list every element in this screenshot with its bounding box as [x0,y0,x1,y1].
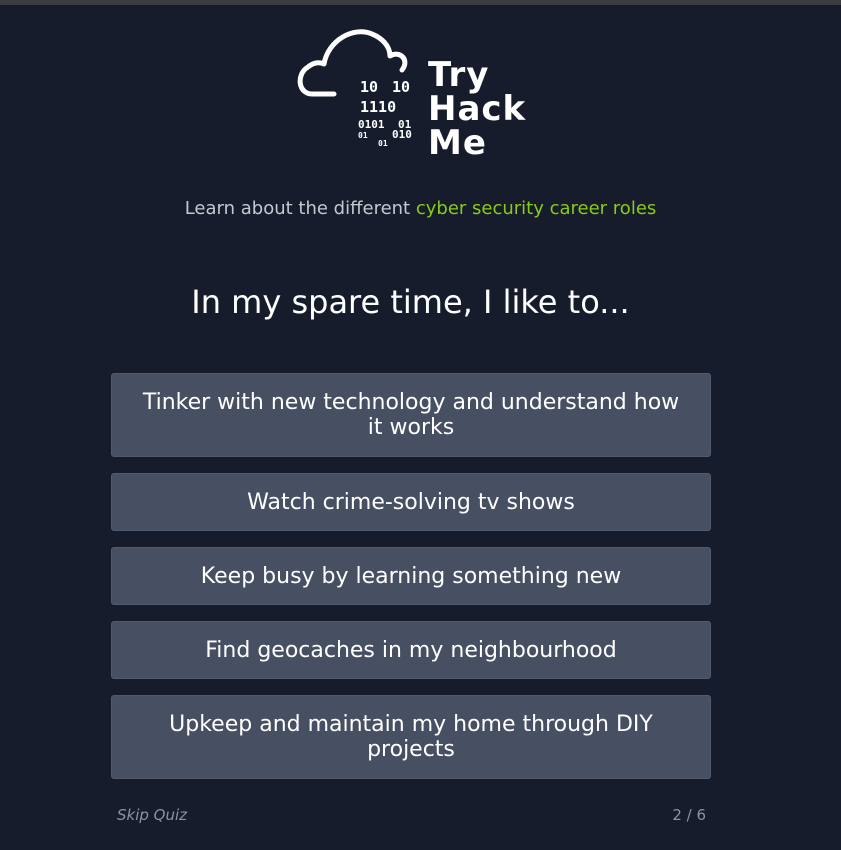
intro-prefix: Learn about the different [184,198,416,219]
answer-label: Find geocaches in my neighbourhood [205,637,617,663]
browser-top-strip [0,0,841,5]
answer-option-geocaches[interactable]: Find geocaches in my neighbourhood [111,621,711,679]
logo-binary-2: 10 [392,78,410,96]
answer-option-tinker[interactable]: Tinker with new technology and understan… [111,373,711,457]
answer-label: Tinker with new technology and understan… [142,390,680,440]
logo-binary-8: 01 [378,139,388,148]
logo-binary-6: 01 [358,131,368,140]
career-roles-link[interactable]: cyber security career roles [416,198,656,219]
logo-binary-4: 0101 [358,118,385,131]
tryhackme-logo: 10 10 1110 0101 01 01 010 01 Try Hack Me [294,24,534,160]
logo-word-hack: Hack [428,89,527,129]
answer-option-diy[interactable]: Upkeep and maintain my home through DIY … [111,695,711,779]
answer-label: Upkeep and maintain my home through DIY … [169,712,653,762]
logo-word-me: Me [428,123,487,163]
answer-option-learning[interactable]: Keep busy by learning something new [111,547,711,605]
answer-label: Keep busy by learning something new [200,563,622,589]
logo-binary-7: 010 [392,128,412,141]
intro-text: Learn about the different cyber security… [0,198,841,219]
quiz-progress: 2 / 6 [672,806,706,824]
answer-option-crime-shows[interactable]: Watch crime-solving tv shows [111,473,711,531]
logo-binary-3: 1110 [360,98,396,116]
answer-label: Watch crime-solving tv shows [247,489,575,515]
question-title: In my spare time, I like to... [191,283,630,321]
logo-word-try: Try [428,55,490,95]
logo-binary-1: 10 [360,78,378,96]
answer-options: Tinker with new technology and understan… [111,373,711,795]
skip-quiz-link[interactable]: Skip Quiz [117,806,187,824]
